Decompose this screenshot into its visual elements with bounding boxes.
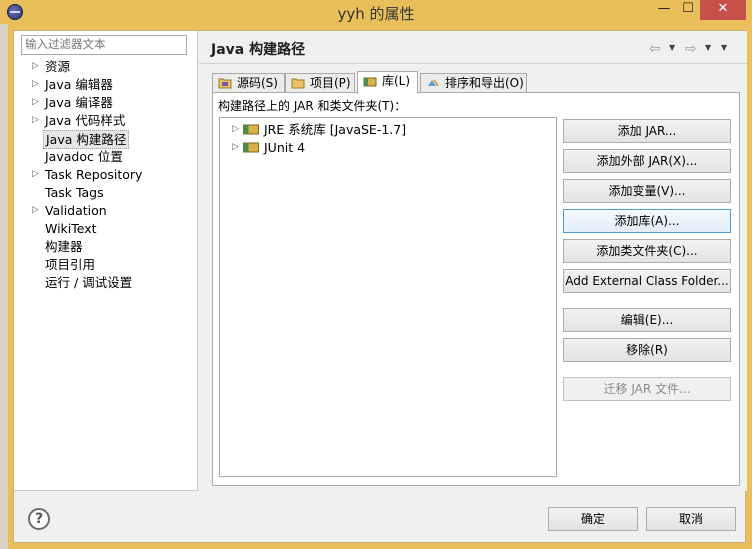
tab-label: 项目(P)	[310, 76, 351, 90]
ok-button[interactable]: 确定	[548, 507, 638, 531]
expand-arrow-icon[interactable]: ▷	[32, 94, 39, 111]
add-class-folder-button[interactable]: 添加类文件夹(C)...	[563, 239, 731, 263]
category-tree-pane: ▷ 资源 ▷ Java 编辑器 ▷ Java 编译器 ▷ Java 代码样式 Java 构建路径…	[14, 31, 198, 491]
add-external-class-folder-button[interactable]: Add External Class Folder...	[563, 269, 731, 293]
tree-item-label: 项目引用	[45, 257, 96, 272]
close-button[interactable]: ✕	[700, 0, 746, 20]
tree-item-label: Java 构建路径	[43, 130, 130, 149]
filter-input[interactable]	[21, 35, 187, 55]
expand-arrow-icon[interactable]: ▷	[32, 202, 39, 219]
expand-arrow-icon[interactable]: ▷	[32, 58, 39, 75]
tab-label: 库(L)	[382, 74, 411, 88]
back-history-chevron-icon[interactable]: ▼	[669, 43, 675, 52]
window-title: yyh 的属性	[337, 5, 415, 23]
tree-item-label: Validation	[45, 203, 107, 218]
add-jar-button[interactable]: 添加 JAR...	[563, 119, 731, 143]
library-jar-icon	[243, 142, 259, 153]
tree-item-label: Java 编译器	[45, 95, 113, 110]
source-folder-icon	[218, 78, 232, 89]
expand-arrow-icon[interactable]: ▷	[32, 76, 39, 93]
tab-source[interactable]: 源码(S)	[212, 73, 285, 93]
tab-order-export[interactable]: 排序和导出(O)	[420, 73, 527, 93]
edit-button[interactable]: 编辑(E)...	[563, 308, 731, 332]
forward-history-chevron-icon[interactable]: ▼	[705, 43, 711, 52]
tree-item-label: WikiText	[45, 221, 97, 236]
expand-arrow-icon[interactable]: ▷	[232, 139, 239, 156]
tree-item-label: Javadoc 位置	[45, 149, 123, 164]
libraries-tab-content: 构建路径上的 JAR 和类文件夹(T)： ▷ JRE 系统库 [JavaSE-1…	[212, 92, 740, 486]
back-arrow-icon[interactable]: ⇦	[649, 41, 661, 57]
forward-arrow-icon[interactable]: ⇨	[685, 41, 697, 57]
background-window-strip	[0, 24, 8, 549]
list-item-label: JUnit 4	[264, 140, 306, 155]
tree-item-label: Java 代码样式	[45, 113, 126, 128]
list-item-label: JRE 系统库 [JavaSE-1.7]	[264, 122, 407, 137]
tab-label: 源码(S)	[237, 76, 278, 90]
properties-page: Java 构建路径 ⇦ ▼ ⇨ ▼ ▼ 源码(S) 项目(P) 库(L) 排序和…	[199, 31, 747, 491]
build-path-label: 构建路径上的 JAR 和类文件夹(T)：	[218, 99, 407, 113]
help-icon[interactable]: ?	[28, 508, 50, 530]
add-library-button[interactable]: 添加库(A)...	[563, 209, 731, 233]
header-divider	[199, 63, 747, 64]
order-export-icon	[428, 79, 439, 87]
tab-libraries[interactable]: 库(L)	[357, 71, 418, 94]
page-title: Java 构建路径	[211, 42, 306, 58]
tree-item-label: Task Tags	[45, 185, 104, 200]
view-menu-icon[interactable]: ▼	[721, 43, 727, 52]
tree-item-label: 资源	[45, 59, 71, 74]
expand-arrow-icon[interactable]: ▷	[232, 121, 239, 138]
remove-button[interactable]: 移除(R)	[563, 338, 731, 362]
cancel-button[interactable]: 取消	[646, 507, 736, 531]
tab-label: 排序和导出(O)	[445, 76, 524, 90]
tab-projects[interactable]: 项目(P)	[285, 73, 355, 93]
tree-item-label: 构建器	[45, 239, 83, 254]
minimize-button[interactable]: —	[652, 0, 676, 20]
dialog-client-area: ▷ 资源 ▷ Java 编辑器 ▷ Java 编译器 ▷ Java 代码样式 Java 构建路径…	[13, 30, 747, 543]
library-icon	[363, 77, 377, 87]
tree-item-label: 运行 / 调试设置	[45, 275, 133, 290]
add-external-jar-button[interactable]: 添加外部 JAR(X)...	[563, 149, 731, 173]
tree-item-label: Task Repository	[45, 167, 143, 182]
add-variable-button[interactable]: 添加变量(V)...	[563, 179, 731, 203]
expand-arrow-icon[interactable]: ▷	[32, 112, 39, 129]
migrate-jar-button: 迁移 JAR 文件...	[563, 377, 731, 401]
maximize-button[interactable]: ☐	[676, 0, 700, 20]
project-icon	[291, 78, 305, 89]
library-jar-icon	[243, 124, 259, 135]
expand-arrow-icon[interactable]: ▷	[32, 166, 39, 183]
title-bar: yyh 的属性 — ☐ ✕	[0, 0, 752, 24]
library-list[interactable]: ▷ JRE 系统库 [JavaSE-1.7] ▷ JUnit 4	[219, 117, 557, 477]
tree-item-label: Java 编辑器	[45, 77, 113, 92]
